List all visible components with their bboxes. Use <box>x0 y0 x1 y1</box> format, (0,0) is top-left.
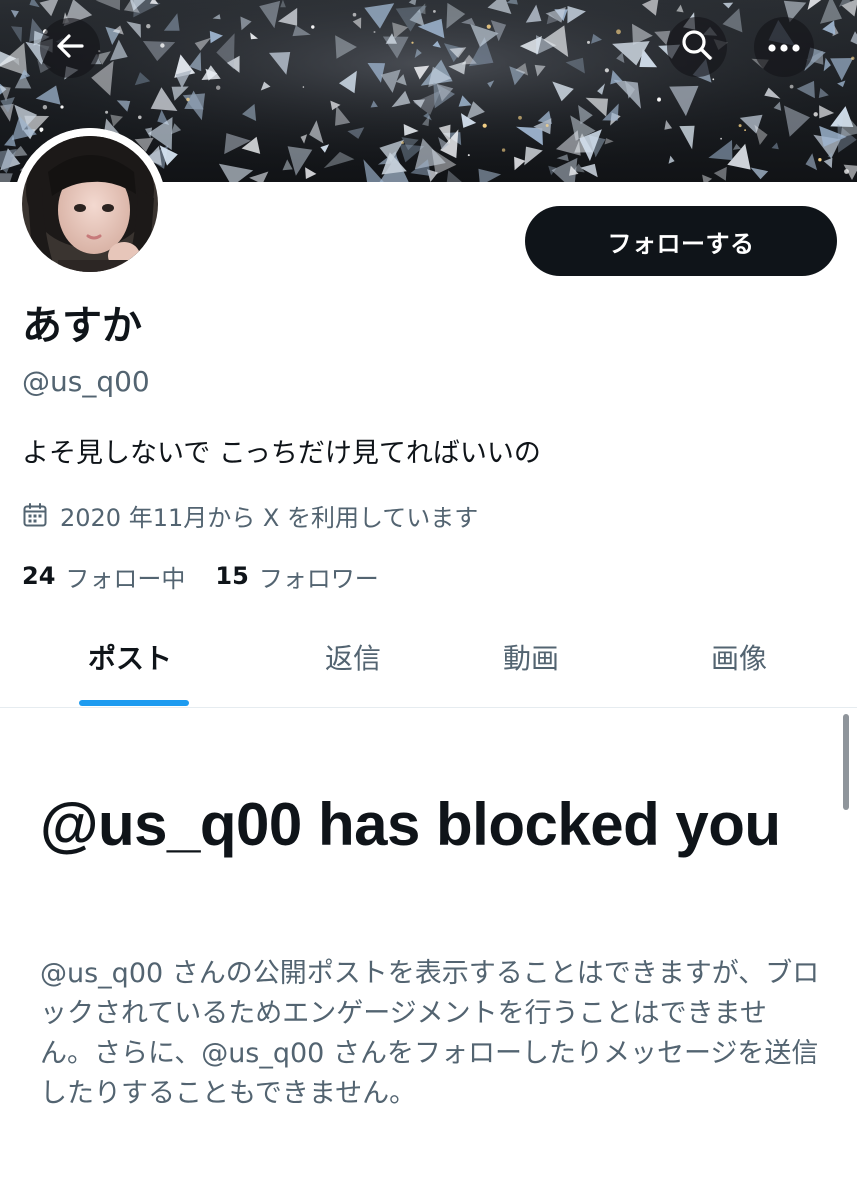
active-tab-indicator <box>79 700 189 706</box>
banner-sparkle <box>216 85 221 90</box>
calendar-icon <box>22 502 48 528</box>
arrow-left-icon <box>54 30 86 66</box>
banner-sparkle <box>712 78 715 81</box>
tab-videos[interactable]: 動画 <box>503 636 559 682</box>
banner-sparkle <box>42 105 48 110</box>
banner-sparkle <box>604 68 610 73</box>
display-name: あすか <box>22 303 142 349</box>
banner-sparkle <box>813 112 818 117</box>
banner-sparkle <box>738 124 742 128</box>
banner-sparkle <box>352 12 357 17</box>
follow-button[interactable]: フォローする <box>525 206 837 276</box>
banner-sparkle <box>146 24 151 29</box>
banner-sparkle <box>401 141 404 145</box>
banner-sparkle <box>186 97 190 102</box>
banner-sparkle <box>744 129 746 132</box>
joined-text: 2020 年11月から X を利用しています <box>60 503 479 532</box>
scrollbar[interactable] <box>843 714 849 810</box>
banner-sparkle <box>482 123 487 128</box>
banner-sparkle <box>518 115 522 120</box>
banner-sparkle <box>851 56 855 60</box>
banner-sparkle <box>587 40 590 44</box>
banner-sparkle <box>39 127 44 132</box>
banner-sparkle <box>373 31 376 33</box>
tab-posts[interactable]: ポスト <box>88 636 172 682</box>
banner-sparkle <box>818 158 822 162</box>
avatar[interactable] <box>14 128 166 280</box>
profile-bio: よそ見しないで こっちだけ見てればいいの <box>22 438 541 469</box>
blocked-title: @us_q00 has blocked you <box>40 791 781 858</box>
back-button[interactable] <box>40 18 100 78</box>
followers-label[interactable]: フォロワー <box>259 559 379 594</box>
following-label[interactable]: フォロー中 <box>65 559 185 594</box>
banner-sparkle <box>138 115 142 120</box>
banner-sparkle <box>657 97 661 102</box>
tab-replies[interactable]: 返信 <box>325 636 381 682</box>
banner-sparkle <box>105 110 109 114</box>
profile-handle: @us_q00 <box>22 365 150 398</box>
banner-sparkle <box>433 10 436 13</box>
banner-sparkle <box>467 154 470 157</box>
banner-sparkle <box>789 84 794 89</box>
banner-sparkle <box>160 43 165 48</box>
tab-images[interactable]: 画像 <box>711 636 767 682</box>
tabs-divider <box>0 707 857 708</box>
banner-sparkle <box>411 41 414 44</box>
banner-sparkle <box>486 24 491 29</box>
blocked-description: @us_q00 さんの公開ポストを表示することはできますが、ブロックされているた… <box>40 958 820 1109</box>
banner-sparkle <box>501 148 506 152</box>
more-button[interactable] <box>754 17 814 77</box>
more-horizontal-icon <box>767 38 801 57</box>
joined-date: 2020 年11月から X を利用しています <box>22 495 478 535</box>
banner-sparkle <box>545 124 549 127</box>
banner-sparkle <box>720 137 722 140</box>
follow-stats: 24 フォロー中 15 フォロワー <box>22 556 379 596</box>
banner-sparkle <box>616 29 621 35</box>
banner-sparkle <box>311 25 315 29</box>
search-icon <box>680 28 714 66</box>
followers-count[interactable]: 15 <box>215 562 248 590</box>
banner-sparkle <box>302 86 305 88</box>
banner-sparkle <box>844 169 849 174</box>
banner-sparkle <box>60 105 64 109</box>
search-button[interactable] <box>667 17 727 77</box>
following-count[interactable]: 24 <box>22 562 55 590</box>
